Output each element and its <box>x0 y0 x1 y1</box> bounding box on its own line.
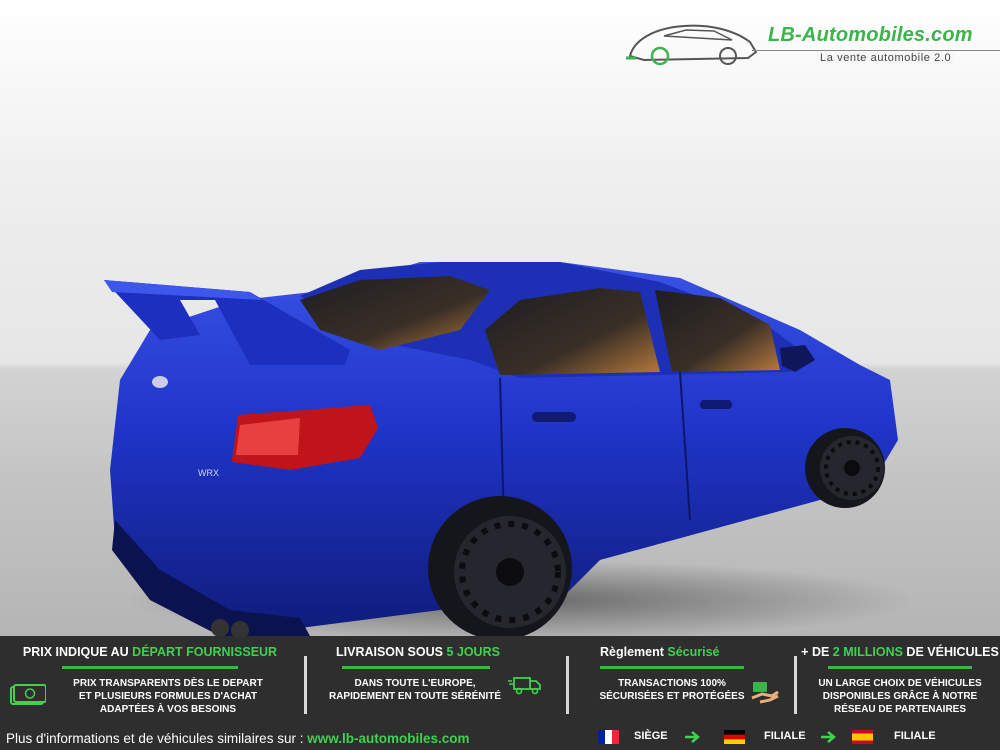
logo-divider <box>752 50 1000 51</box>
feature-line: RÉSEAU DE PARTENAIRES <box>833 704 967 715</box>
logo-tagline: La vente automobile 2.0 <box>816 52 956 64</box>
delivery-truck-icon <box>508 677 541 695</box>
feature-line: RAPIDEMENT EN TOUTE SÉRÉNITÉ <box>328 691 502 702</box>
feature-description: PRIX TRANSPARENTS DÈS LE DEPART ET PLUSI… <box>48 677 288 716</box>
feature-line: DANS TOUTE L'EUROPE, <box>354 678 476 689</box>
car-logo-icon <box>626 24 758 66</box>
feature-title: Règlement Sécurisé <box>600 645 792 659</box>
feature-line: PRIX TRANSPARENTS DÈS LE DEPART <box>73 678 263 689</box>
green-underline <box>828 666 972 669</box>
france-flag-icon <box>598 730 619 744</box>
car-image: WRX <box>104 262 898 636</box>
feature-description: TRANSACTIONS 100% SÉCURISÉES ET PROTÉGÉE… <box>584 677 760 703</box>
feature-line: TRANSACTIONS 100% <box>618 678 726 689</box>
column-divider <box>304 656 307 714</box>
feature-description: DANS TOUTE L'EUROPE, RAPIDEMENT EN TOUTE… <box>320 677 510 703</box>
feature-line: UN LARGE CHOIX DE VÉHICULES <box>818 678 982 689</box>
website-link[interactable]: www.lb-automobiles.com <box>307 731 469 746</box>
locations: SIÈGE FILIALE FILIALE <box>598 728 998 746</box>
feature-line: ET PLUSIEURS FORMULES D'ACHAT <box>78 691 258 702</box>
feature-title-prefix: Règlement <box>600 645 668 659</box>
feature-line: SÉCURISÉES ET PROTÉGÉES <box>599 691 745 702</box>
feature-title-prefix: + DE <box>801 645 833 659</box>
logo-brand-name: LB-Automobiles.com <box>768 24 973 46</box>
feature-title: LIVRAISON SOUS 5 JOURS <box>336 645 566 659</box>
feature-title-highlight: DÉPART FOURNISSEUR <box>132 645 278 659</box>
arrow-right-icon <box>821 731 836 743</box>
feature-title-highlight: 5 JOURS <box>446 645 500 659</box>
green-underline <box>342 666 490 669</box>
feature-title: PRIX INDIQUE AU DÉPART FOURNISSEUR <box>0 645 300 659</box>
feature-line: DISPONIBLES GRÂCE À NOTRE <box>822 691 978 702</box>
feature-description: UN LARGE CHOIX DE VÉHICULES DISPONIBLES … <box>800 677 1000 716</box>
feature-title-prefix: PRIX INDIQUE AU <box>22 645 133 659</box>
feature-vehicle-choice: + DE 2 MILLIONS DE VÉHICULES UN LARGE CH… <box>800 636 1000 726</box>
footer-text: Plus d'informations et de véhicules simi… <box>6 731 308 746</box>
feature-title-prefix: LIVRAISON SOUS <box>336 645 447 659</box>
feature-delivery: LIVRAISON SOUS 5 JOURS DANS TOUTE L'EURO… <box>310 636 566 726</box>
dealer-logo[interactable]: LB-Automobiles.com La vente automobile 2… <box>624 18 1000 72</box>
vehicle-photo: WRX LB-Automobiles.com La vente automobi… <box>0 0 1000 636</box>
feature-title-highlight: 2 MILLIONS <box>832 645 903 659</box>
column-divider <box>566 656 569 714</box>
column-divider <box>794 656 797 714</box>
feature-line: ADAPTÉES À VOS BESOINS <box>99 704 237 715</box>
germany-flag-icon <box>724 730 745 744</box>
feature-secure-payment: Règlement Sécurisé TRANSACTIONS 100% SÉC… <box>574 636 792 726</box>
spain-flag-icon <box>852 730 873 744</box>
location-label: SIÈGE <box>634 730 668 742</box>
location-label: FILIALE <box>894 730 936 742</box>
arrow-right-icon <box>685 731 700 743</box>
feature-title: + DE 2 MILLIONS DE VÉHICULES <box>800 645 1000 659</box>
location-label: FILIALE <box>764 730 806 742</box>
feature-title-suffix: DE VÉHICULES <box>902 645 999 659</box>
cash-icon <box>10 684 46 705</box>
secure-payment-icon <box>751 682 779 704</box>
green-underline <box>600 666 744 669</box>
feature-price: PRIX INDIQUE AU DÉPART FOURNISSEUR PRIX … <box>0 636 300 726</box>
footer-info: Plus d'informations et de véhicules simi… <box>6 731 469 746</box>
wrx-badge: WRX <box>198 468 219 478</box>
feature-title-highlight: Sécurisé <box>667 645 720 659</box>
info-banner: PRIX INDIQUE AU DÉPART FOURNISSEUR PRIX … <box>0 636 1000 750</box>
green-underline <box>62 666 238 669</box>
